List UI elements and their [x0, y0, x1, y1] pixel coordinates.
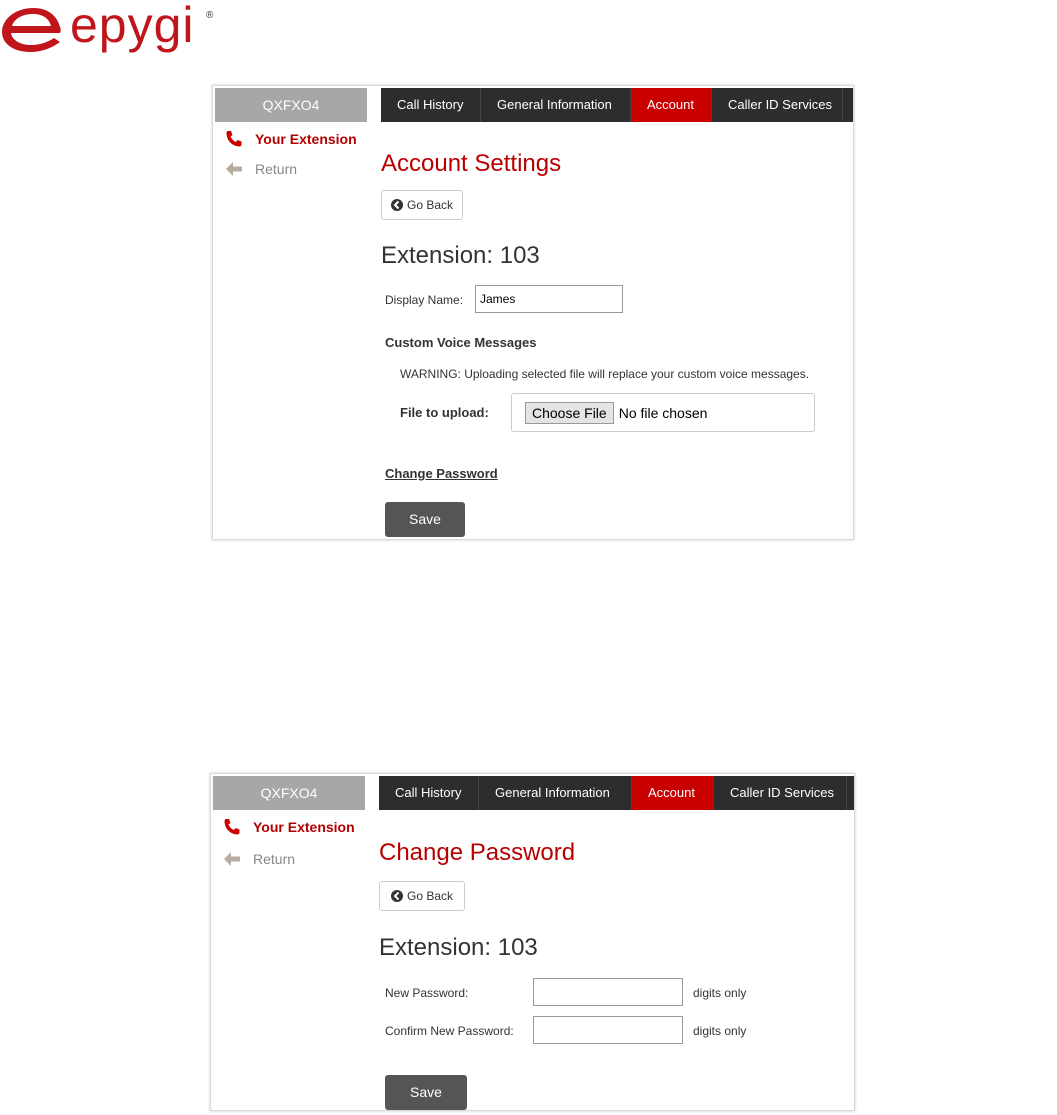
- arrow-left-icon: [224, 852, 240, 866]
- save-button[interactable]: Save: [385, 1075, 467, 1110]
- circle-arrow-left-icon: [390, 199, 403, 211]
- page-title: Account Settings: [381, 150, 562, 177]
- confirm-password-field[interactable]: [533, 1016, 683, 1044]
- go-back-button[interactable]: Go Back: [381, 190, 463, 220]
- arrow-left-icon: [226, 162, 242, 176]
- custom-voice-messages-heading: Custom Voice Messages: [385, 335, 537, 350]
- tab-account[interactable]: Account: [632, 776, 714, 810]
- sidebar-item-return[interactable]: Return: [223, 851, 295, 867]
- return-label: Return: [255, 161, 298, 177]
- choose-file-button[interactable]: Choose File: [525, 401, 614, 424]
- file-to-upload-label: File to upload:: [400, 405, 489, 420]
- return-label: Return: [253, 851, 296, 867]
- tab-call-history[interactable]: Call History: [379, 776, 479, 810]
- confirm-password-hint: digits only: [693, 1024, 747, 1038]
- your-extension-label: Your Extension: [253, 819, 355, 835]
- go-back-label: Go Back: [406, 889, 454, 903]
- device-name: QXFXO4: [213, 776, 365, 810]
- sidebar-item-your-extension[interactable]: Your Extension: [225, 130, 357, 148]
- tab-call-history[interactable]: Call History: [381, 88, 481, 122]
- phone-icon: [224, 819, 240, 835]
- file-upload-field: Choose File No file chosen: [511, 393, 815, 432]
- device-name: QXFXO4: [215, 88, 367, 122]
- tab-caller-id-services[interactable]: Caller ID Services: [712, 88, 843, 122]
- change-password-link[interactable]: Change Password: [385, 466, 498, 481]
- display-name-field[interactable]: James: [475, 285, 623, 313]
- tab-bar: Call History General Information Account…: [379, 776, 854, 810]
- epygi-logo-icon: [2, 8, 61, 52]
- sidebar-item-your-extension[interactable]: Your Extension: [223, 818, 355, 836]
- page-title: Change Password: [379, 839, 576, 866]
- tab-account[interactable]: Account: [631, 88, 712, 122]
- tab-general-information[interactable]: General Information: [481, 88, 631, 122]
- go-back-button[interactable]: Go Back: [379, 881, 465, 911]
- phone-icon: [226, 131, 242, 147]
- logo-wordmark: epygi: [70, 0, 195, 53]
- epygi-logo: epygi ®: [0, 0, 230, 60]
- confirm-password-label: Confirm New Password:: [385, 1024, 514, 1038]
- logo-registered-mark: ®: [206, 10, 214, 21]
- extension-heading: Extension: 103: [381, 242, 540, 269]
- circle-arrow-left-icon: [390, 890, 403, 902]
- tab-bar: Call History General Information Account…: [381, 88, 853, 122]
- display-name-label: Display Name:: [385, 293, 464, 307]
- upload-warning-text: WARNING: Uploading selected file will re…: [400, 367, 810, 381]
- new-password-hint: digits only: [693, 986, 747, 1000]
- account-settings-panel: QXFXO4 Call History General Information …: [212, 85, 854, 540]
- new-password-label: New Password:: [385, 986, 469, 1000]
- your-extension-label: Your Extension: [255, 131, 357, 147]
- extension-heading: Extension: 103: [379, 934, 538, 961]
- no-file-chosen-text: No file chosen: [618, 404, 708, 421]
- save-button[interactable]: Save: [385, 502, 465, 537]
- new-password-field[interactable]: [533, 978, 683, 1006]
- change-password-panel: QXFXO4 Call History General Information …: [210, 773, 855, 1111]
- tab-general-information[interactable]: General Information: [479, 776, 632, 810]
- sidebar-item-return[interactable]: Return: [225, 161, 297, 177]
- go-back-label: Go Back: [406, 198, 454, 212]
- tab-caller-id-services[interactable]: Caller ID Services: [714, 776, 847, 810]
